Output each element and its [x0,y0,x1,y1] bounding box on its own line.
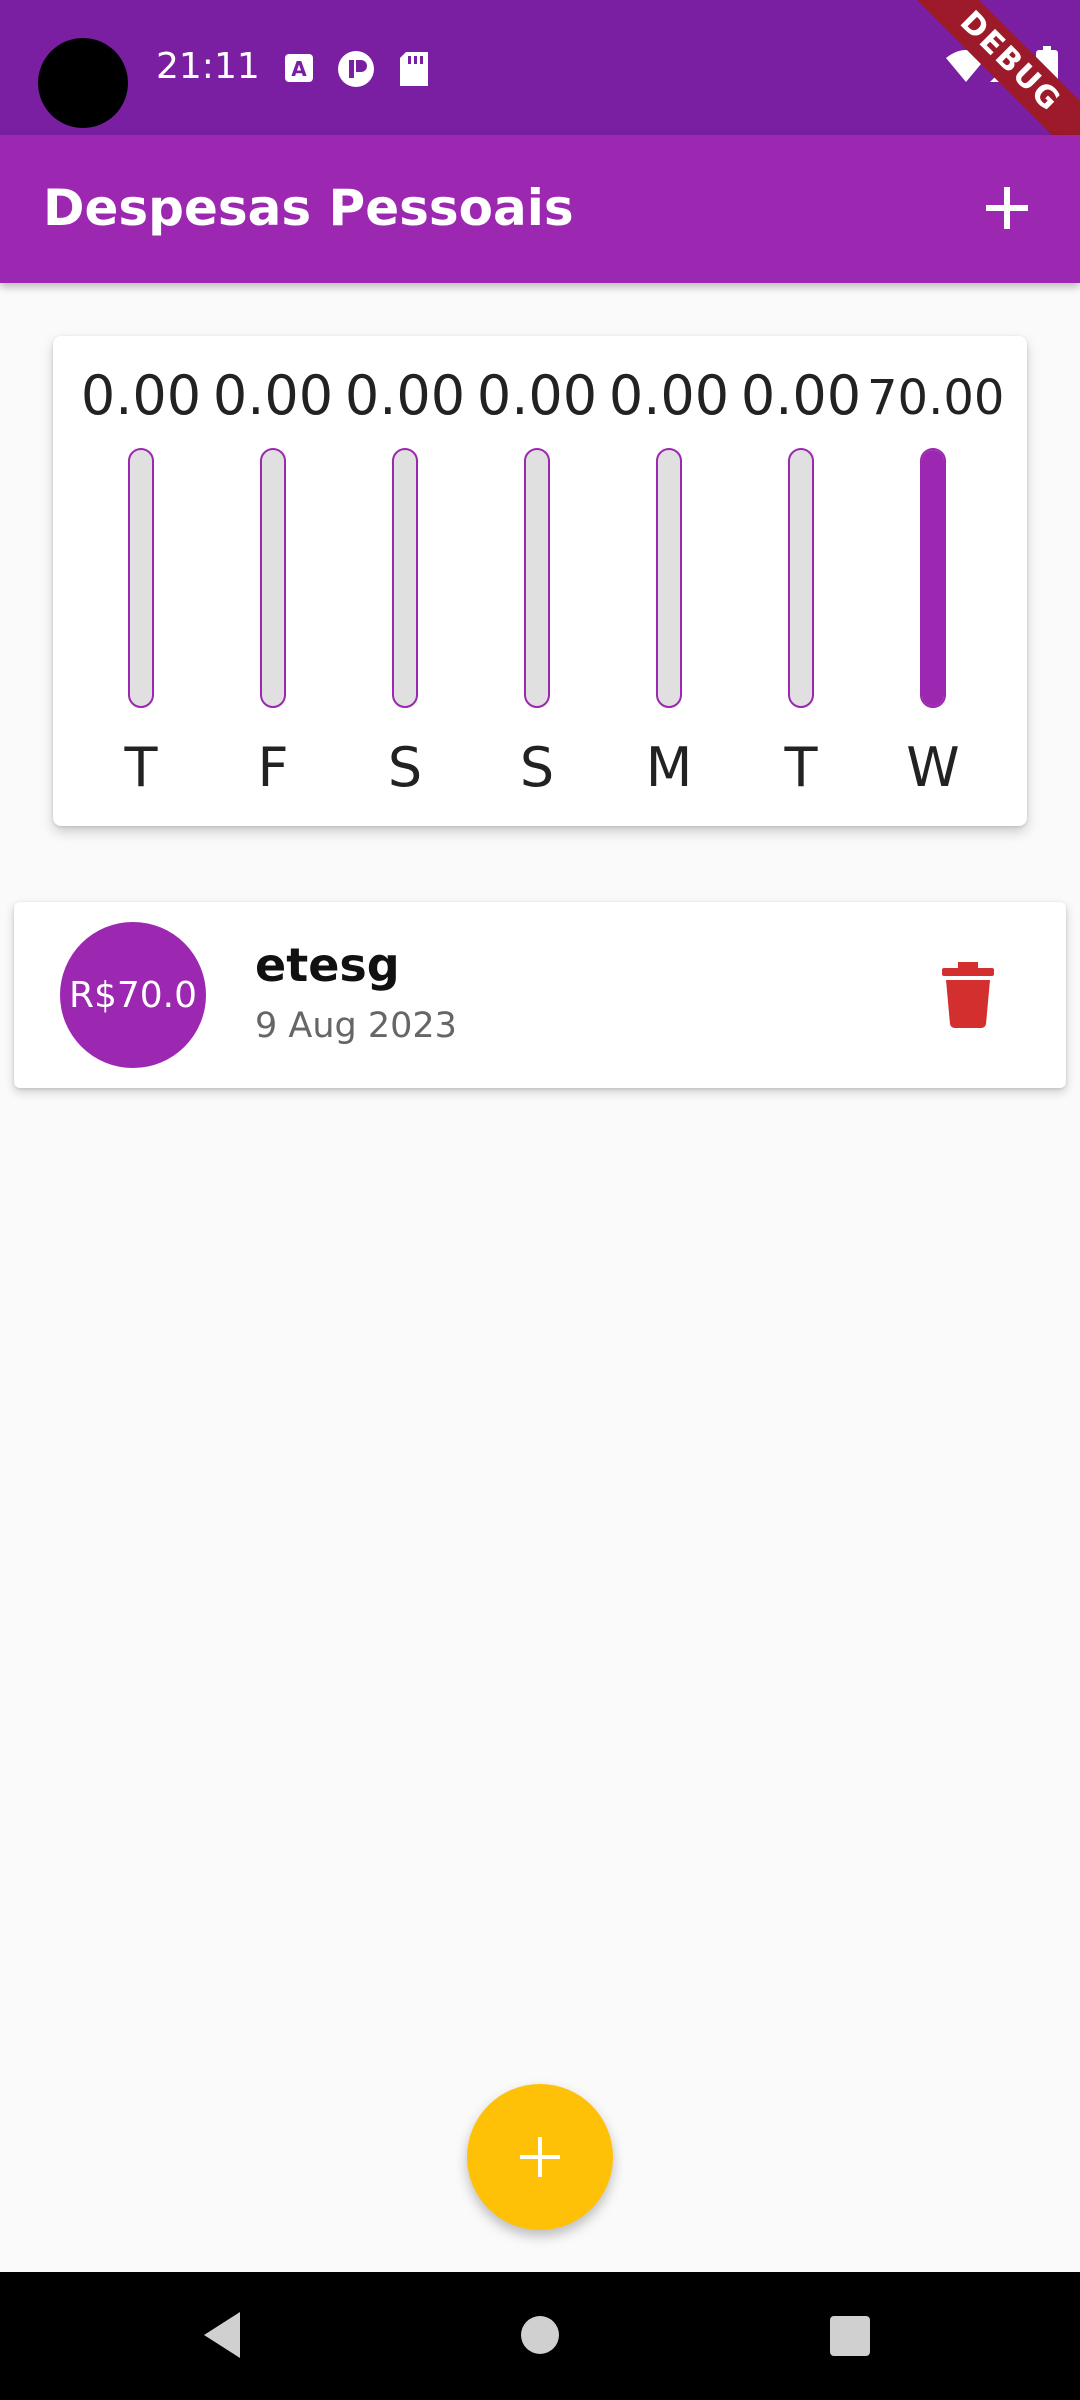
p-icon [338,51,374,87]
amount-avatar: R$70.0 [60,922,206,1068]
bar-track [920,448,946,708]
bar-track [524,448,550,708]
recents-icon[interactable] [830,2316,870,2356]
chart-day-label: T [784,736,818,799]
bar-track [392,448,418,708]
chart-day-label: S [387,736,423,799]
chart-column: 0.00 T [735,336,867,826]
chart-value: 0.00 [80,364,202,427]
add-expense-button[interactable] [972,173,1042,243]
chart-value: 0.00 [740,364,862,427]
plus-icon [520,2137,560,2177]
bar-track [656,448,682,708]
fab-add-button[interactable] [467,2084,613,2230]
back-icon[interactable] [200,2310,244,2360]
chart-day-label: S [519,736,555,799]
chart-column: 0.00 M [603,336,735,826]
sd-card-icon [400,52,428,86]
trash-icon [942,962,994,1028]
chart-day-label: M [645,736,693,799]
home-icon[interactable] [521,2316,559,2354]
chart-column: 70.00 W [867,336,1005,826]
chart-column: 0.00 F [207,336,339,826]
bar-track [788,448,814,708]
chart-column: 0.00 S [339,336,471,826]
chart-day-label: F [257,736,289,799]
chart-value: 70.00 [867,370,1005,426]
chart-column: 0.00 S [471,336,603,826]
bar-track [260,448,286,708]
transaction-item: R$70.0 etesg 9 Aug 2023 [14,902,1066,1088]
svg-text:A: A [291,57,307,81]
chart-value: 0.00 [476,364,598,427]
delete-button[interactable] [938,962,998,1028]
a-icon: A [285,54,313,82]
transaction-title: etesg [255,938,400,992]
camera-cutout [38,38,128,128]
chart-value: 0.00 [344,364,466,427]
chart-column: 0.00 T [75,336,207,826]
weekly-chart: 0.00 T 0.00 F 0.00 S 0.00 S 0.00 M 0.00 [53,336,1027,826]
plus-icon [986,187,1028,229]
chart-day-label: T [124,736,158,799]
bar-fill [922,450,944,706]
app-bar: Despesas Pessoais [0,135,1080,283]
chart-value: 0.00 [608,364,730,427]
transaction-date: 9 Aug 2023 [255,1006,457,1046]
bar-track [128,448,154,708]
status-time: 21:11 [156,46,260,87]
page-title: Despesas Pessoais [43,179,574,237]
chart-value: 0.00 [212,364,334,427]
chart-day-label: W [906,736,960,799]
system-nav-bar [0,2272,1080,2400]
